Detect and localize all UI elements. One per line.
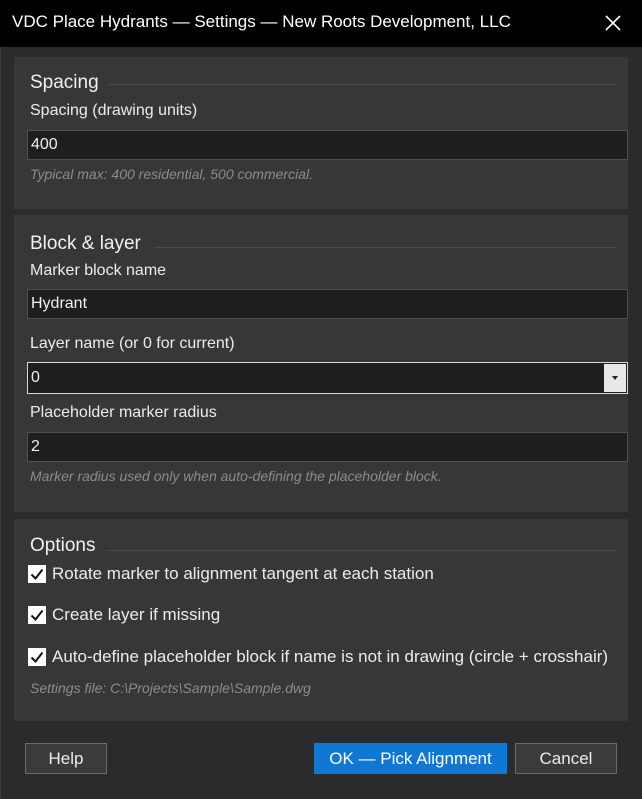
checkmark-icon [30, 609, 44, 622]
options-group-title: Options [30, 535, 96, 556]
layer-name-select[interactable]: 0 [27, 362, 628, 394]
block-name-label: Marker block name [30, 262, 167, 279]
checkmark-icon [30, 568, 44, 581]
checkbox-label: Create layer if missing [52, 605, 221, 624]
options-group: Options Rotate marker to alignment tange… [14, 519, 628, 721]
checkbox-create-layer[interactable]: Create layer if missing [28, 605, 618, 627]
block-name-input[interactable]: Hydrant [27, 289, 628, 319]
checkbox-label: Auto-define placeholder block if name is… [52, 647, 609, 666]
group-divider [106, 550, 616, 551]
help-button[interactable]: Help [25, 743, 107, 774]
window-title: VDC Place Hydrants — Settings — New Root… [12, 12, 511, 31]
settings-file-path: Settings file: C:\Projects\Sample\Sample… [30, 680, 311, 696]
spacing-group: Spacing Spacing (drawing units) 400 Typi… [14, 57, 628, 209]
checkbox-label: Rotate marker to alignment tangent at ea… [52, 564, 434, 583]
layer-name-value: 0 [31, 369, 40, 386]
spacing-group-title: Spacing [30, 72, 99, 93]
radius-hint: Marker radius used only when auto-defini… [30, 468, 442, 484]
spacing-input[interactable]: 400 [27, 130, 628, 160]
ok-pick-alignment-button[interactable]: OK — Pick Alignment [314, 743, 507, 774]
checkbox-box[interactable] [28, 606, 46, 624]
layer-name-label: Layer name (or 0 for current) [30, 335, 235, 352]
block-layer-group-title: Block & layer [30, 233, 141, 254]
checkbox-box[interactable] [28, 565, 46, 583]
radius-label: Placeholder marker radius [30, 404, 217, 421]
spacing-label: Spacing (drawing units) [30, 102, 198, 119]
chevron-down-icon [612, 376, 618, 380]
group-divider [108, 84, 616, 85]
spacing-hint: Typical max: 400 residential, 500 commer… [30, 166, 313, 182]
checkbox-auto-define-block[interactable]: Auto-define placeholder block if name is… [28, 647, 628, 669]
checkmark-icon [30, 651, 44, 664]
checkbox-box[interactable] [28, 648, 46, 666]
checkbox-rotate-marker[interactable]: Rotate marker to alignment tangent at ea… [28, 564, 618, 586]
title-bar: VDC Place Hydrants — Settings — New Root… [0, 0, 642, 47]
cancel-button[interactable]: Cancel [515, 743, 617, 774]
group-divider [154, 247, 616, 248]
dropdown-button[interactable] [604, 364, 626, 392]
scroll-edge [630, 47, 642, 799]
block-layer-group: Block & layer Marker block name Hydrant … [14, 215, 628, 512]
radius-input[interactable]: 2 [27, 432, 628, 462]
close-icon[interactable] [600, 10, 626, 36]
